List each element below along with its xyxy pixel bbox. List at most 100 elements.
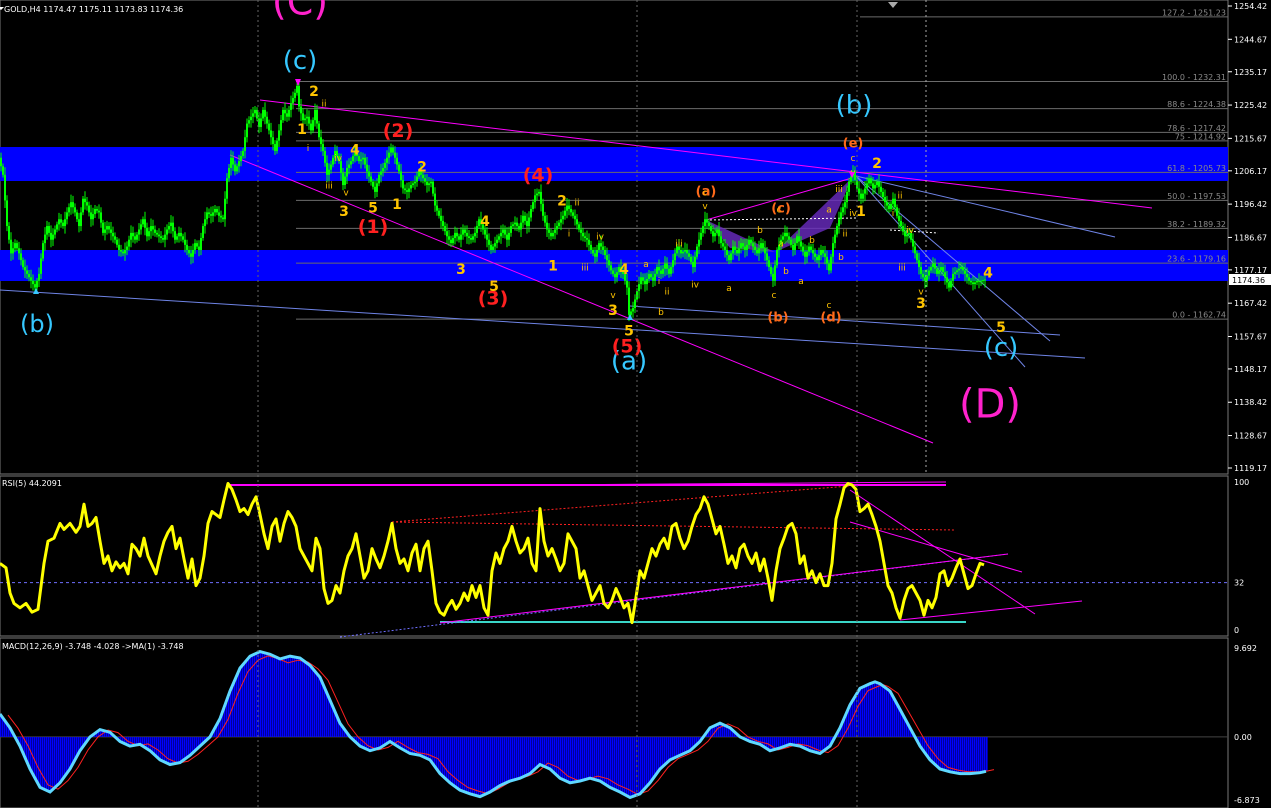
candle-body [382,167,384,172]
wave-sublabel: v [343,188,349,198]
candle-body [6,200,8,227]
candle-body [384,162,386,168]
candle-body [124,249,126,254]
candle-body [372,181,374,187]
wave-sublabel: b [809,236,815,246]
candle-body [366,164,368,172]
candle-body [958,268,960,271]
macd-hist-bar [244,663,246,737]
candle-body [938,270,940,274]
macd-hist-bar [44,736,46,790]
candle-body [44,234,46,244]
macd-hist-bar [464,736,466,792]
macd-hist-bar [476,736,478,796]
candle-body [416,176,418,182]
macd-tick-label: -6.873 [1234,796,1260,805]
candle-body [120,249,122,252]
candle-body [858,188,860,194]
candle-body [446,231,448,237]
candle-body [762,243,764,249]
candle-body [528,217,530,227]
candle-body [456,232,458,237]
macd-hist-bar [366,736,368,749]
candle-body [640,277,642,285]
macd-hist-bar [620,736,622,792]
candle-body [926,275,928,281]
macd-hist-bar [664,736,666,766]
wave-sublabel: c [703,188,708,198]
candle-body [282,109,284,121]
candle-body [760,243,762,249]
macd-hist-bar [298,657,300,737]
candle-body [22,260,24,268]
macd-hist-bar [618,736,620,792]
candle-body [474,232,476,237]
macd-hist-bar [312,667,314,737]
candle-body [690,256,692,262]
candle-body [510,226,512,233]
candle-body [88,205,90,213]
candle-body [350,161,352,165]
candle-body [914,246,916,254]
price-tick-label: 1119.17 [1234,464,1267,473]
candle-body [942,267,944,273]
candle-body [946,277,948,283]
candle-body [720,236,722,244]
macd-hist-bar [182,736,184,762]
candle-body [598,243,600,250]
macd-hist-bar [432,736,434,763]
price-tick-label: 1138.42 [1234,398,1267,407]
candle-body [716,229,718,233]
macd-hist-bar [306,662,308,737]
candle-body [272,137,274,145]
wave-sublabel: c [851,154,856,164]
fib-level-label: 23.6 - 1179.16 [1167,255,1226,264]
macd-hist-bar [238,672,240,737]
candle-body [472,236,474,240]
candle-body [602,246,604,250]
candle-body [674,253,676,261]
candle-body [552,232,554,237]
wave-label: 3 [916,296,926,312]
wave-sublabel: iii [675,240,683,250]
candle-body [902,226,904,232]
candle-body [284,109,286,114]
candle-body [790,239,792,245]
candle-body [94,208,96,215]
candle-body [626,280,628,288]
candle-body [154,229,156,233]
macd-hist-bar [672,736,674,759]
candle-body [520,222,522,230]
macd-hist-bar [438,736,440,771]
macd-hist-bar [972,736,974,774]
candle-body [442,220,444,227]
macd-hist-bar [174,736,176,764]
macd-hist-bar [234,681,236,737]
macd-hist-bar [242,665,244,737]
candle-body [800,241,802,247]
candle-body [970,280,972,283]
wave-sublabel: ii [664,287,669,297]
wave-label: 3 [339,204,349,220]
wave-sublabel: iv [334,154,343,164]
wave-sublabel: i [307,144,310,154]
macd-hist-bar [162,736,164,761]
candle-body [156,232,158,235]
candle-body [240,156,242,162]
candle-body [572,212,574,216]
candle-body [960,267,962,269]
candle-body [464,229,466,233]
trading-chart[interactable]: 127.2 - 1251.23 100.0 - 1232.31 88.6 - 122… [0,0,1271,808]
macd-hist-bar [486,736,488,794]
macd-hist-bar [676,736,678,758]
macd-hist-bar [770,736,772,751]
macd-hist-bar [58,736,60,785]
candle-body [868,178,870,184]
wave-sublabel: iv [691,281,700,291]
candle-body [476,226,478,233]
macd-hist-bar [638,736,640,795]
macd-hist-bar [862,687,864,737]
candle-body [820,249,822,256]
candle-body [310,123,312,131]
macd-hist-bar [512,736,514,781]
